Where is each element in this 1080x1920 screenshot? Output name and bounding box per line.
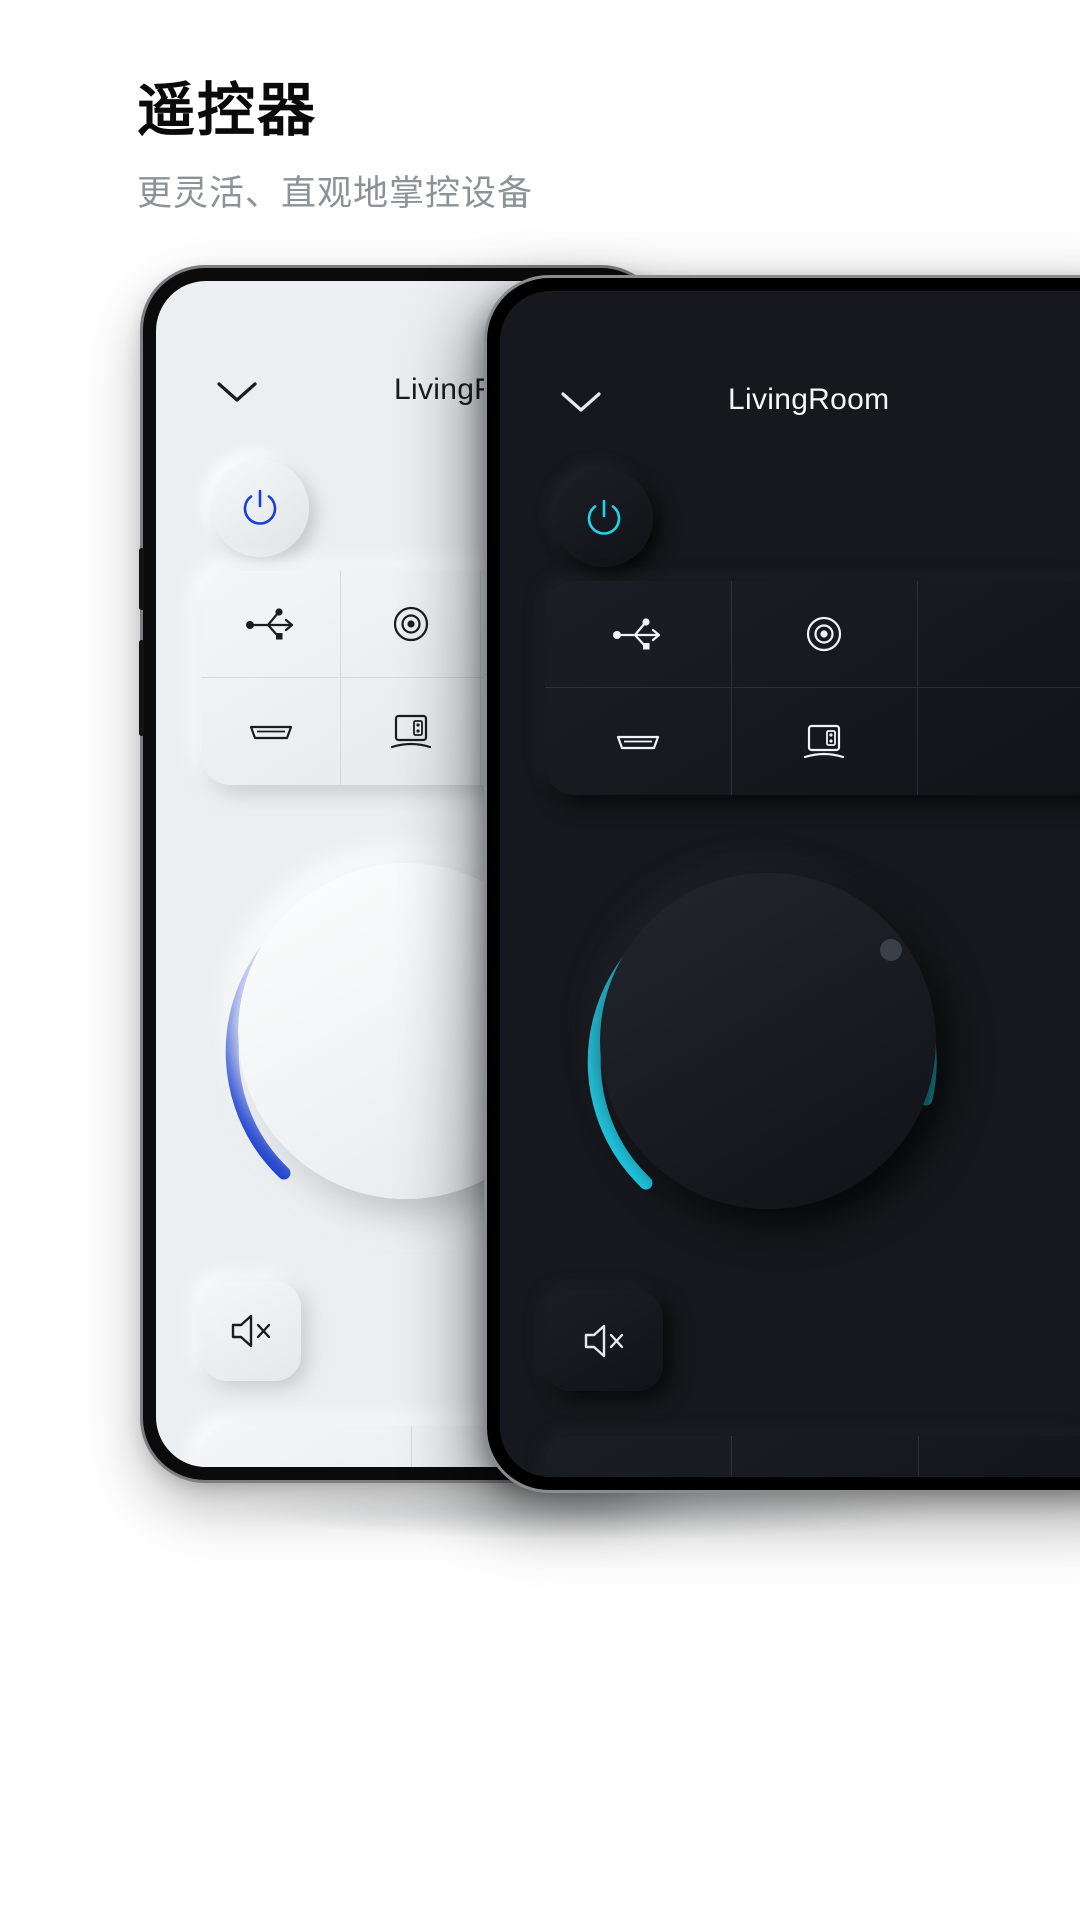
optical-icon <box>390 714 431 748</box>
phone-side-button-volume-down[interactable] <box>139 640 144 736</box>
dark-bottom-extra[interactable] <box>919 1436 1080 1477</box>
phone-dark-frame: LivingRoom <box>487 278 1080 1490</box>
dark-power-button[interactable] <box>555 469 653 567</box>
light-source-coaxial[interactable] <box>341 571 481 678</box>
phone-dark-screen: LivingRoom <box>500 291 1080 1477</box>
light-source-optical[interactable] <box>341 678 481 785</box>
usb-icon <box>612 618 660 650</box>
power-icon <box>243 489 277 525</box>
mute-icon <box>231 1314 271 1348</box>
mute-icon <box>584 1324 624 1358</box>
dark-source-optical[interactable] <box>732 688 919 795</box>
dark-mute-button[interactable] <box>545 1291 663 1391</box>
light-output-headphones[interactable]: Headphones <box>201 1426 412 1467</box>
dark-source-coaxial[interactable] <box>731 581 919 688</box>
dark-knob-dial[interactable] <box>600 873 936 1209</box>
dark-bottom-bar: Unbalanced AUTO <box>545 1436 1080 1477</box>
dark-knob-indicator <box>880 939 902 961</box>
promo-page: 遥控器 更灵活、直观地掌控设备 LivingRoom LivingRoom <box>0 0 1080 1920</box>
chevron-down-icon[interactable] <box>558 387 604 417</box>
dark-mode-auto[interactable]: AUTO <box>732 1436 919 1477</box>
optical-icon <box>804 724 845 758</box>
dark-topbar: LivingRoom <box>500 383 1080 429</box>
phone-mockups: LivingRoom LivingRoom <box>0 0 1080 1920</box>
dark-source-extra-top[interactable] <box>918 581 1080 688</box>
dark-room-name: LivingRoom <box>728 383 890 416</box>
light-mute-button[interactable] <box>201 1281 301 1381</box>
dark-output-unbalanced[interactable]: Unbalanced <box>545 1436 732 1477</box>
coaxial-icon <box>807 616 842 652</box>
coaxial-icon <box>393 606 428 642</box>
dark-volume-knob[interactable] <box>558 831 978 1251</box>
light-source-usb[interactable] <box>201 571 341 678</box>
dark-source-grid <box>545 581 1080 795</box>
power-icon <box>587 499 621 535</box>
hdmi-icon <box>616 735 659 749</box>
light-source-hdmi[interactable] <box>201 678 341 785</box>
usb-icon <box>245 608 293 640</box>
phone-side-button-volume-up[interactable] <box>139 548 144 610</box>
chevron-down-icon[interactable] <box>214 377 260 407</box>
dark-source-usb[interactable] <box>545 581 732 688</box>
dark-source-hdmi[interactable] <box>545 688 732 795</box>
hdmi-icon <box>249 725 292 739</box>
dark-source-extra-bottom[interactable] <box>918 688 1080 795</box>
light-power-button[interactable] <box>211 459 309 557</box>
